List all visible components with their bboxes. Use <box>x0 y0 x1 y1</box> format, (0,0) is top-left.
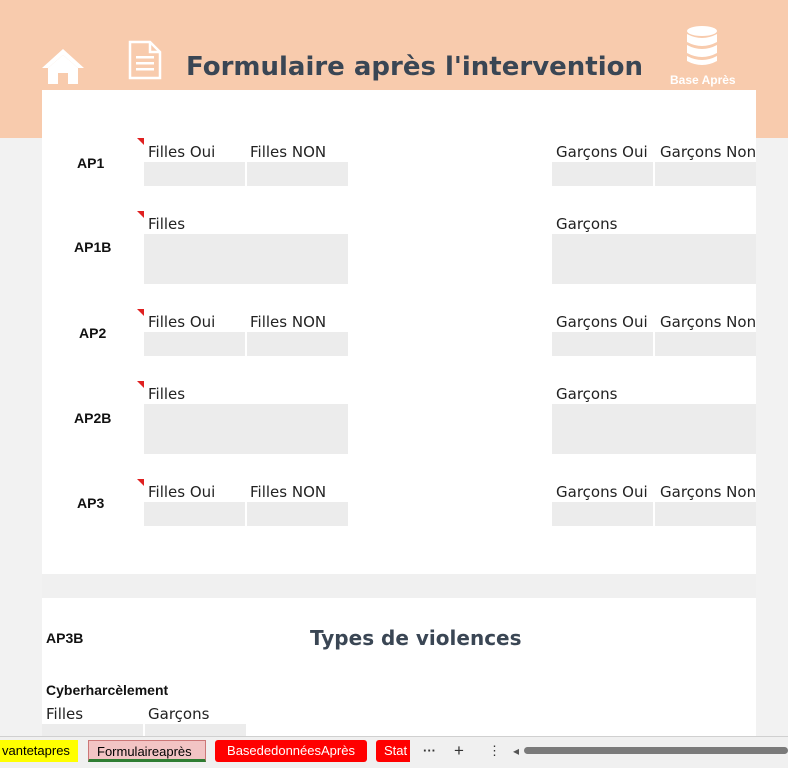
label-garcons-oui: Garçons Oui <box>556 483 648 501</box>
section-divider <box>42 574 756 598</box>
page-title: Formulaire après l'intervention <box>186 52 643 82</box>
tab-basededonneesapres[interactable]: BasededonnéesAprès <box>215 740 367 762</box>
label-garcons-oui: Garçons Oui <box>556 143 648 161</box>
label-filles-oui: Filles Oui <box>148 483 216 501</box>
label-garcons: Garçons <box>148 705 210 723</box>
input-ap1b-garcons[interactable] <box>552 234 756 284</box>
label-filles-oui: Filles Oui <box>148 313 216 331</box>
home-icon[interactable] <box>40 47 86 85</box>
label-garcons-non: Garçons Non <box>660 313 757 331</box>
input-ap2-filles-non[interactable] <box>247 332 348 356</box>
input-ap1-garcons-non[interactable] <box>655 162 756 186</box>
comment-marker[interactable] <box>137 138 144 145</box>
comment-marker[interactable] <box>137 479 144 486</box>
add-sheet-button[interactable]: + <box>446 740 470 762</box>
input-ap2-garcons-non[interactable] <box>655 332 756 356</box>
comment-marker[interactable] <box>137 381 144 388</box>
input-ap3-garcons-non[interactable] <box>655 502 756 526</box>
row-label-ap2: AP2 <box>79 325 107 341</box>
label-filles: Filles <box>148 385 186 403</box>
label-filles-oui: Filles Oui <box>148 143 216 161</box>
row-label-ap1b: AP1B <box>74 239 112 255</box>
sheet-options-button[interactable]: ⋮ <box>480 740 502 762</box>
horizontal-scrollbar[interactable] <box>524 747 788 754</box>
sheet-tab-bar: vantetapres Formulaireaprès Basededonnée… <box>0 736 788 768</box>
input-ap1-garcons-oui[interactable] <box>552 162 653 186</box>
document-icon[interactable] <box>128 40 162 80</box>
label-garcons-non: Garçons Non <box>660 483 757 501</box>
input-ap3-filles-oui[interactable] <box>144 502 245 526</box>
tab-avantetapres[interactable]: vantetapres <box>0 740 78 762</box>
cyberharcelement-label: Cyberharcèlement <box>46 682 169 698</box>
label-garcons-non: Garçons Non <box>660 143 757 161</box>
row-label-ap1: AP1 <box>77 155 105 171</box>
base-apres-label[interactable]: Base Après <box>670 73 736 87</box>
scroll-left-arrow[interactable]: ◂ <box>505 740 525 762</box>
comment-marker[interactable] <box>137 309 144 316</box>
row-label-ap2b: AP2B <box>74 410 112 426</box>
input-ap2-garcons-oui[interactable] <box>552 332 653 356</box>
input-ap1b-filles[interactable] <box>144 234 348 284</box>
label-filles-non: Filles NON <box>250 483 327 501</box>
input-ap2-filles-oui[interactable] <box>144 332 245 356</box>
more-sheets-button[interactable]: ··· <box>415 740 439 762</box>
input-cyber-garcons[interactable] <box>145 724 246 736</box>
input-ap3-garcons-oui[interactable] <box>552 502 653 526</box>
label-filles-non: Filles NON <box>250 143 327 161</box>
row-label-ap3: AP3 <box>77 495 105 511</box>
input-ap1-filles-oui[interactable] <box>144 162 245 186</box>
label-filles: Filles <box>148 215 186 233</box>
input-ap3-filles-non[interactable] <box>247 502 348 526</box>
input-ap2b-garcons[interactable] <box>552 404 756 454</box>
label-filles-non: Filles NON <box>250 313 327 331</box>
tab-stat[interactable]: Stat <box>376 740 410 762</box>
tab-formulaireapres[interactable]: Formulaireaprès <box>88 740 206 762</box>
label-filles: Filles <box>46 705 84 723</box>
input-cyber-filles[interactable] <box>42 724 143 736</box>
input-ap1-filles-non[interactable] <box>247 162 348 186</box>
row-label-ap3b: AP3B <box>46 630 84 646</box>
input-ap2b-filles[interactable] <box>144 404 348 454</box>
database-icon[interactable] <box>685 25 719 67</box>
label-garcons-oui: Garçons Oui <box>556 313 648 331</box>
section-title: Types de violences <box>310 626 522 650</box>
label-garcons: Garçons <box>556 385 618 403</box>
comment-marker[interactable] <box>137 211 144 218</box>
label-garcons: Garçons <box>556 215 618 233</box>
